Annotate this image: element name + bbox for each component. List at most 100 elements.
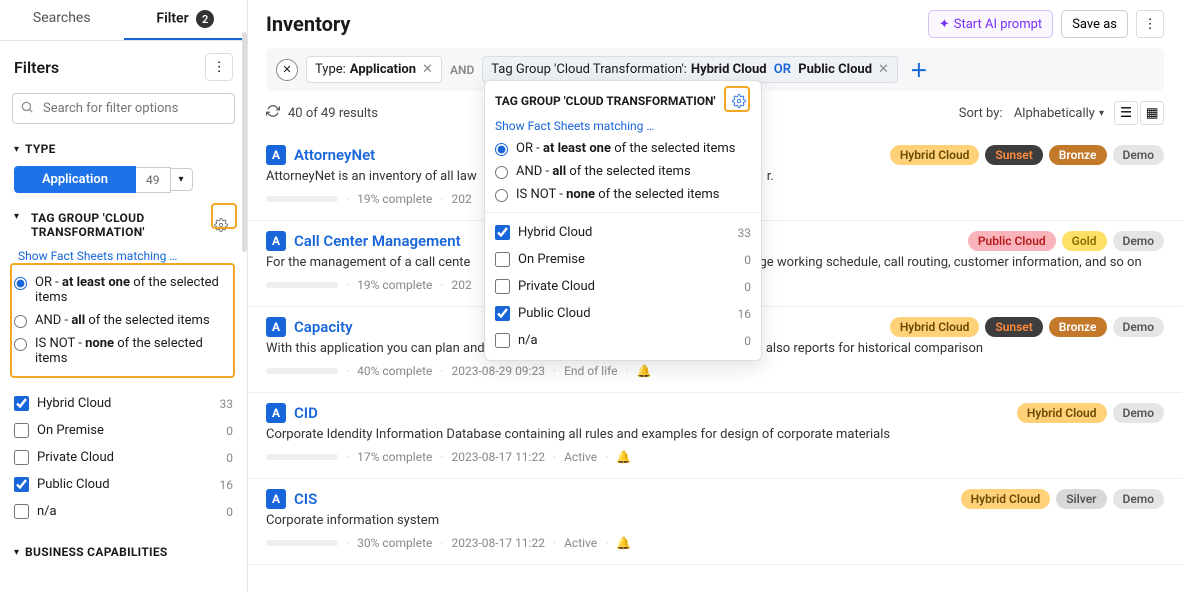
tag-hybrid: Hybrid Cloud <box>961 489 1051 509</box>
view-grid-button[interactable]: ▦ <box>1140 101 1164 125</box>
radio-highlight <box>10 263 235 378</box>
popover-check-hybrid[interactable]: Hybrid Cloud33 <box>495 219 751 246</box>
results-count: 40 of 49 results <box>288 106 378 121</box>
tab-searches[interactable]: Searches <box>0 0 124 40</box>
progress-bar <box>266 368 338 374</box>
type-chip-application[interactable]: Application <box>14 166 136 193</box>
clear-filters-button[interactable]: ✕ <box>276 59 298 81</box>
remove-taggroup-filter[interactable]: ✕ <box>878 62 889 77</box>
popover-show-link[interactable]: Show Fact Sheets matching … <box>485 117 761 135</box>
list-icon: ☰ <box>1120 106 1132 121</box>
section-bizcap-toggle[interactable]: ▾ BUSINESS CAPABILITIES <box>0 537 247 565</box>
tag-bronze: Bronze <box>1049 145 1107 165</box>
save-as-button[interactable]: Save as <box>1061 10 1128 38</box>
popover-radio-and[interactable]: AND - all of the selected items <box>495 160 751 183</box>
taggroup-popover: TAG GROUP 'CLOUD TRANSFORMATION' Show Fa… <box>484 80 762 361</box>
item-link[interactable]: CIS <box>294 490 317 508</box>
item-link[interactable]: CID <box>294 404 318 422</box>
progress-bar <box>266 282 338 288</box>
section-type-title: TYPE <box>25 142 56 156</box>
item-date: 202 <box>452 192 472 206</box>
popover-check-na[interactable]: n/a0 <box>495 327 751 354</box>
item-progress: 30% complete <box>357 536 432 550</box>
check-na[interactable]: n/a0 <box>14 498 233 525</box>
chevron-down-icon: ▾ <box>1099 108 1104 119</box>
remove-type-filter[interactable]: ✕ <box>422 62 433 77</box>
check-public-cloud[interactable]: Public Cloud16 <box>14 471 233 498</box>
more-menu-button[interactable]: ⋮ <box>1136 10 1164 38</box>
popover-check-public[interactable]: Public Cloud16 <box>495 300 751 327</box>
progress-bar <box>266 454 338 460</box>
tag-gold: Gold <box>1062 231 1107 251</box>
sort-dropdown[interactable]: Sort by: Alphabetically ▾ <box>959 106 1104 121</box>
chevron-down-icon: ▾ <box>14 547 19 558</box>
grid-icon: ▦ <box>1146 106 1159 121</box>
tag-silver: Silver <box>1056 489 1106 509</box>
tag-public: Public Cloud <box>968 231 1056 251</box>
item-status: Active <box>564 536 597 550</box>
type-badge: A <box>266 489 286 509</box>
section-bizcap-title: BUSINESS CAPABILITIES <box>25 545 168 559</box>
bell-icon[interactable]: 🔔 <box>637 364 652 378</box>
start-ai-button[interactable]: ✦ Start AI prompt <box>928 10 1053 38</box>
popover-check-private[interactable]: Private Cloud0 <box>495 273 751 300</box>
item-date: 202 <box>452 278 472 292</box>
item-date: 2023-08-17 11:22 <box>452 450 545 464</box>
filter-pill-type[interactable]: Type: Application ✕ <box>306 56 442 83</box>
item-progress: 19% complete <box>357 278 432 292</box>
type-badge: A <box>266 317 286 337</box>
item-date: 2023-08-29 09:23 <box>452 364 545 378</box>
item-link[interactable]: Capacity <box>294 318 353 336</box>
popover-radio-or[interactable]: OR - at least one of the selected items <box>495 137 751 160</box>
filter-pill-taggroup[interactable]: Tag Group 'Cloud Transformation': Hybrid… <box>482 56 898 83</box>
filters-heading: Filters <box>14 58 59 77</box>
check-private-cloud[interactable]: Private Cloud0 <box>14 444 233 471</box>
item-status: End of life <box>564 364 617 378</box>
tab-filter[interactable]: Filter 2 <box>124 0 248 40</box>
popover-check-onprem[interactable]: On Premise0 <box>495 246 751 273</box>
type-badge: A <box>266 231 286 251</box>
kebab-icon: ⋮ <box>212 60 225 75</box>
progress-bar <box>266 540 338 546</box>
tag-sunset: Sunset <box>985 145 1042 165</box>
item-description: Corporate information system <box>266 513 1164 528</box>
item-progress: 19% complete <box>357 192 432 206</box>
tag-demo: Demo <box>1113 317 1165 337</box>
section-taggroup-toggle[interactable]: ▾ TAG GROUP 'CLOUD TRANSFORMATION' <box>0 203 247 245</box>
tab-filter-label: Filter <box>156 11 188 27</box>
filters-menu-button[interactable]: ⋮ <box>205 53 233 81</box>
refresh-icon[interactable] <box>266 104 280 122</box>
tag-demo: Demo <box>1113 231 1165 251</box>
kebab-icon: ⋮ <box>1143 17 1156 32</box>
tag-sunset: Sunset <box>985 317 1042 337</box>
sparkle-icon: ✦ <box>939 17 950 32</box>
progress-bar <box>266 196 338 202</box>
popover-radio-isnot[interactable]: IS NOT - none of the selected items <box>495 183 751 206</box>
type-count: 49 <box>136 167 171 193</box>
bell-icon[interactable]: 🔔 <box>616 536 631 550</box>
item-link[interactable]: AttorneyNet <box>294 146 375 164</box>
tag-demo: Demo <box>1113 403 1165 423</box>
check-hybrid-cloud[interactable]: Hybrid Cloud33 <box>14 390 233 417</box>
item-link[interactable]: Call Center Management <box>294 232 461 250</box>
bell-icon[interactable]: 🔔 <box>616 450 631 464</box>
search-input[interactable] <box>12 93 235 124</box>
section-taggroup-title: TAG GROUP 'CLOUD TRANSFORMATION' <box>31 211 181 239</box>
item-progress: 17% complete <box>357 450 432 464</box>
chevron-down-icon: ▾ <box>14 211 19 222</box>
check-on-premise[interactable]: On Premise0 <box>14 417 233 444</box>
add-filter-button[interactable]: ＋ <box>906 57 932 83</box>
list-item: A CID Hybrid CloudDemo Corporate Idendit… <box>248 393 1182 479</box>
tag-hybrid: Hybrid Cloud <box>890 317 980 337</box>
tag-bronze: Bronze <box>1049 317 1107 337</box>
type-dropdown[interactable]: ▾ <box>171 168 193 191</box>
type-badge: A <box>266 145 286 165</box>
section-type-toggle[interactable]: ▾ TYPE <box>0 134 247 162</box>
view-list-button[interactable]: ☰ <box>1114 101 1138 125</box>
item-status: Active <box>564 450 597 464</box>
tag-hybrid: Hybrid Cloud <box>890 145 980 165</box>
list-item: A CIS Hybrid CloudSilverDemo Corporate i… <box>248 479 1182 565</box>
filter-count-badge: 2 <box>196 10 214 28</box>
item-date: 2023-08-17 11:22 <box>452 536 545 550</box>
popover-gear-highlight <box>724 86 750 112</box>
